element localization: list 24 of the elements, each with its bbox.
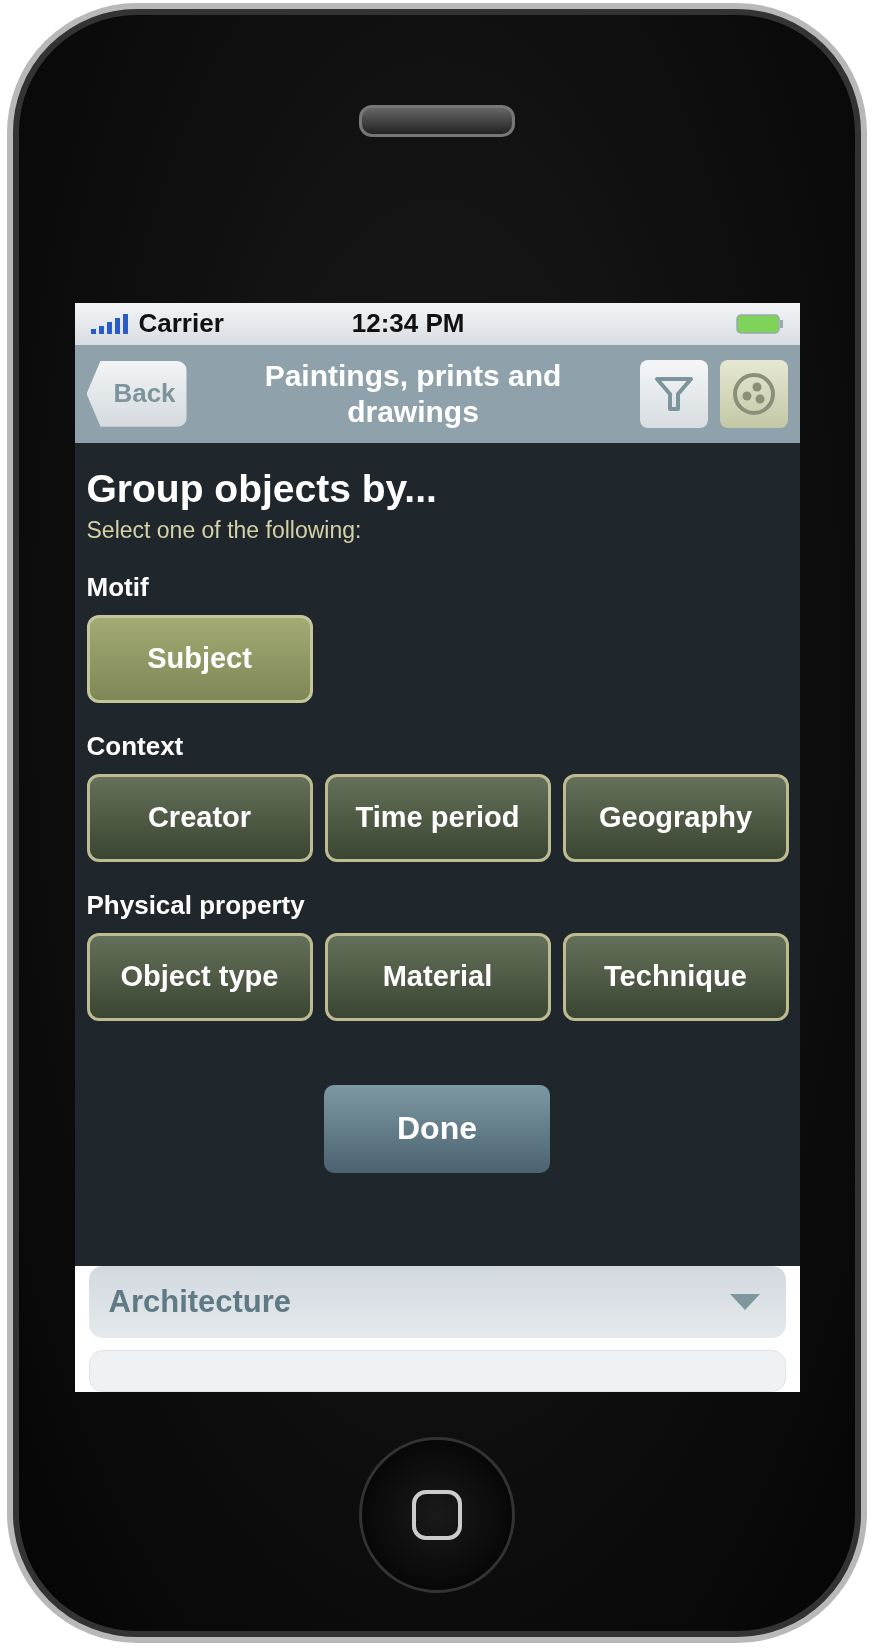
group-option-button[interactable]: Object type [86, 932, 313, 1021]
done-button[interactable]: Done [324, 1084, 550, 1173]
section-label: Motif [86, 571, 150, 603]
sheet-title: Group objects by... [86, 466, 438, 511]
status-time: 12:34 PM [351, 308, 466, 340]
section-label: Context [86, 730, 185, 762]
signal-icon [90, 313, 131, 334]
screen-title: Paintings, prints and drawings [263, 357, 563, 430]
carrier-name: Carrier [138, 308, 224, 340]
group-option-button[interactable]: Technique [562, 932, 789, 1021]
battery-icon [735, 312, 784, 335]
group-option-button[interactable]: Geography [562, 773, 789, 862]
caret-icon [729, 1294, 760, 1310]
group-option-button[interactable]: Material [324, 932, 551, 1021]
group-option-button[interactable]: Time period [324, 773, 551, 862]
group-option-button[interactable]: Creator [86, 773, 313, 862]
square-icon [411, 1488, 463, 1541]
filter-icon [653, 375, 694, 412]
dots-circle-icon [731, 371, 776, 416]
section-label: Physical property [86, 889, 306, 921]
group-button[interactable] [719, 359, 788, 428]
filter-button[interactable] [639, 359, 708, 428]
sheet-subtitle: Select one of the following: [86, 516, 363, 544]
category-label: Architecture [108, 1284, 292, 1320]
